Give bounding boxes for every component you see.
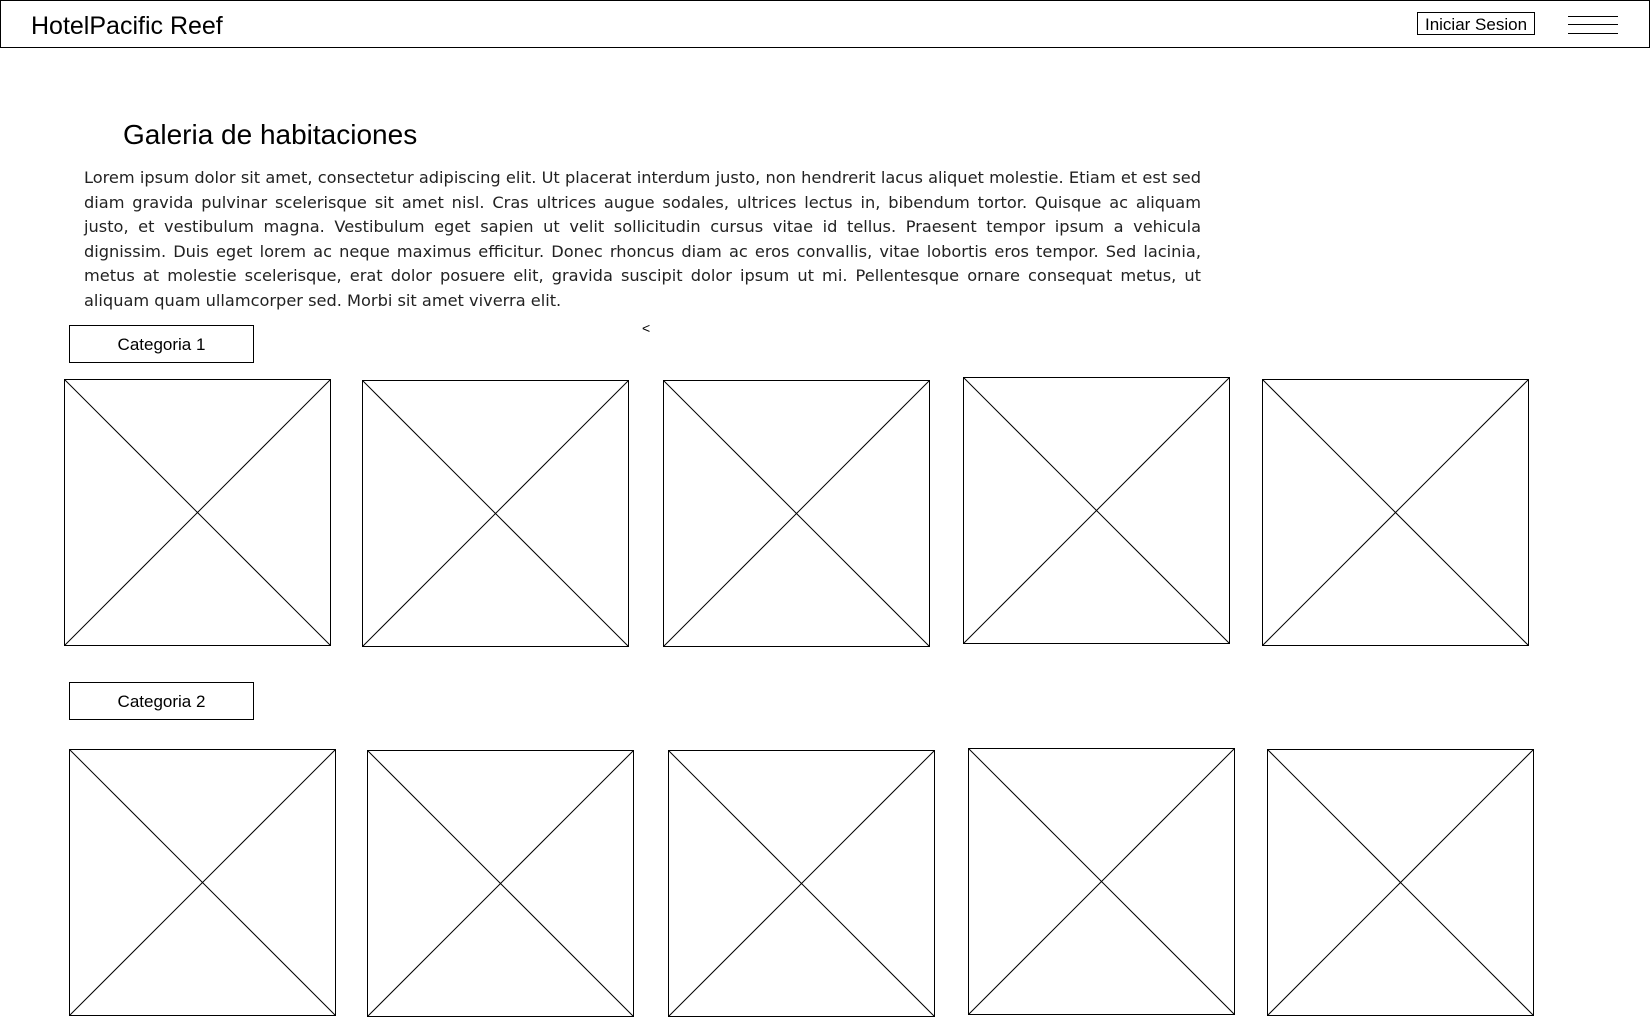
- hamburger-menu-icon[interactable]: [1568, 14, 1618, 36]
- room-image-placeholder[interactable]: [968, 748, 1235, 1015]
- brand-title[interactable]: HotelPacific Reef: [31, 11, 223, 41]
- room-image-placeholder[interactable]: [1262, 379, 1529, 646]
- room-image-placeholder[interactable]: [1267, 749, 1534, 1016]
- room-image-placeholder[interactable]: [69, 749, 336, 1016]
- top-navbar: HotelPacific Reef Iniciar Sesion: [0, 0, 1650, 48]
- caret-text: <: [642, 320, 651, 336]
- room-image-placeholder[interactable]: [367, 750, 634, 1017]
- room-image-placeholder[interactable]: [668, 750, 935, 1017]
- menu-line: [1568, 33, 1618, 34]
- menu-line: [1568, 16, 1618, 17]
- room-image-placeholder[interactable]: [64, 379, 331, 646]
- room-image-placeholder[interactable]: [663, 380, 930, 647]
- category-2-button[interactable]: Categoria 2: [69, 682, 254, 720]
- room-image-placeholder[interactable]: [963, 377, 1230, 644]
- room-image-placeholder[interactable]: [362, 380, 629, 647]
- category-1-button[interactable]: Categoria 1: [69, 325, 254, 363]
- intro-paragraph: Lorem ipsum dolor sit amet, consectetur …: [84, 168, 1201, 310]
- menu-line: [1568, 24, 1618, 25]
- login-button[interactable]: Iniciar Sesion: [1417, 12, 1535, 35]
- page-title: Galeria de habitaciones: [123, 119, 418, 150]
